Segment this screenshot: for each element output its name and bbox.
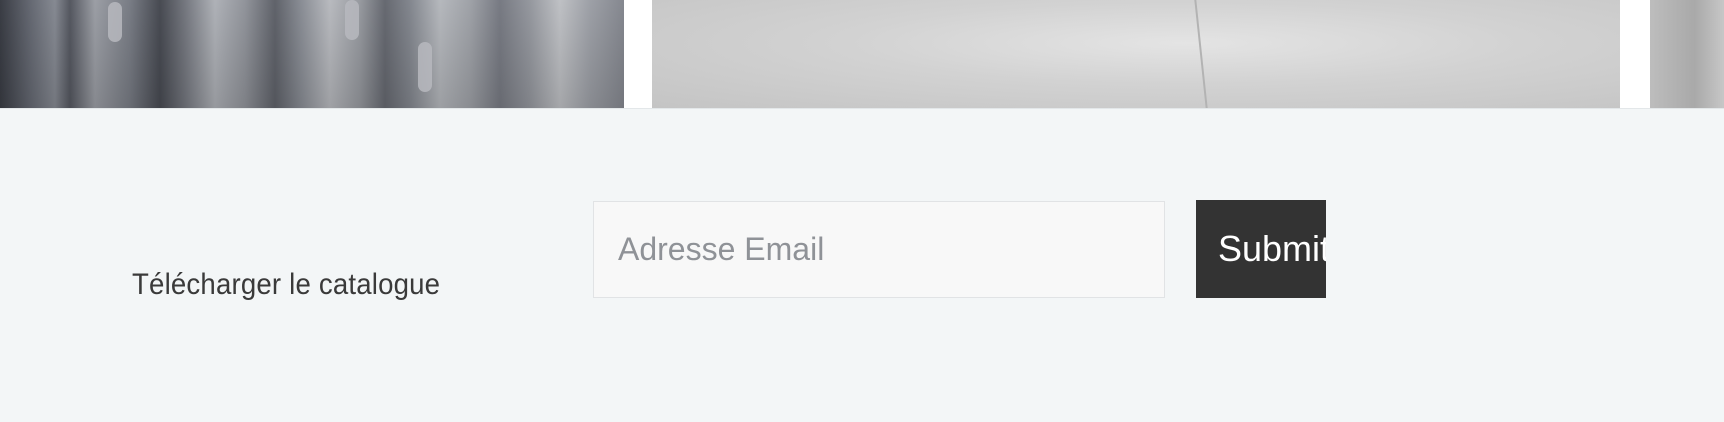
mannequins-photo[interactable] [0,0,624,108]
fabric-closeup-photo[interactable] [652,0,1620,108]
mannequin-hand [345,0,359,40]
fabric-seam [1194,0,1208,108]
section-divider [0,108,1724,109]
submit-button[interactable]: Submit [1196,200,1326,298]
mannequin-hand [418,42,432,92]
image-gallery-strip [0,0,1724,108]
mannequin-hand [108,2,122,42]
page: Télécharger le catalogue Submit [0,0,1724,422]
email-field[interactable] [593,201,1165,298]
partial-photo[interactable] [1650,0,1724,108]
photo-shade [0,0,624,108]
catalogue-download-label: Télécharger le catalogue [132,268,441,301]
